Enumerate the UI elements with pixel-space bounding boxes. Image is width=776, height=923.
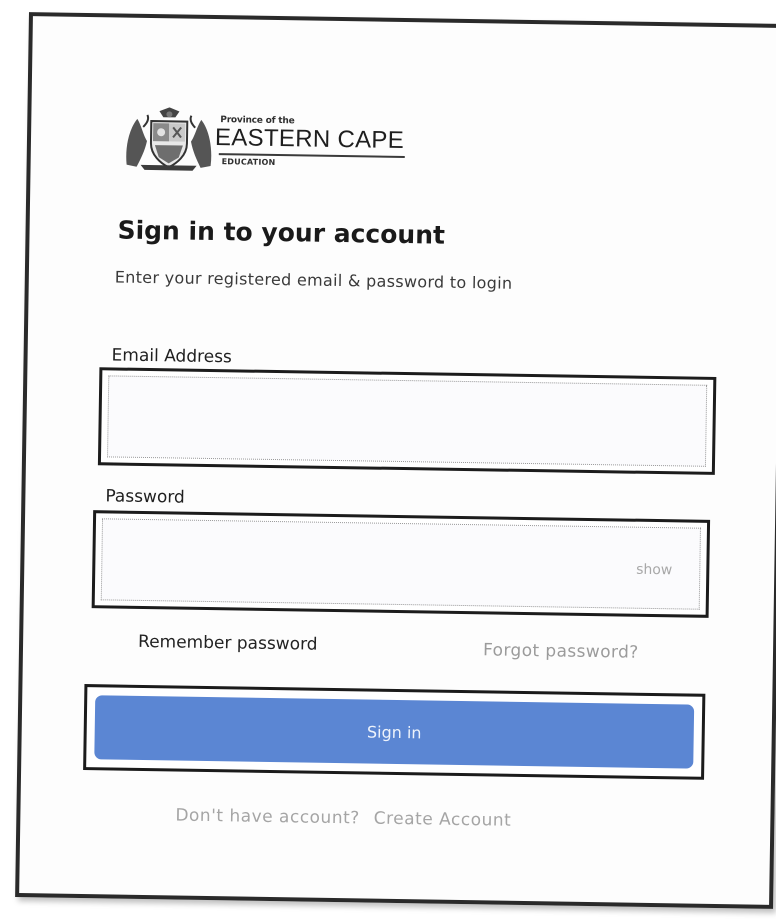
eastern-cape-logo: Province of the EASTERN CAPE EDUCATION bbox=[122, 103, 408, 185]
coat-of-arms-icon bbox=[126, 107, 212, 171]
signup-prompt: Don't have account? Create Account bbox=[175, 806, 511, 831]
logo-sub-text: EDUCATION bbox=[221, 157, 276, 167]
forgot-password-link[interactable]: Forgot password? bbox=[483, 640, 639, 662]
page-subtitle: Enter your registered email & password t… bbox=[114, 267, 513, 293]
remember-password-option[interactable]: Remember password bbox=[138, 632, 318, 655]
page-title: Sign in to your account bbox=[117, 215, 446, 250]
logo-brand-text: EASTERN CAPE bbox=[214, 124, 405, 155]
email-field[interactable] bbox=[97, 367, 717, 475]
login-card: Province of the EASTERN CAPE EDUCATION S… bbox=[15, 12, 776, 909]
sign-in-button-frame: Sign in bbox=[83, 684, 706, 780]
password-label: Password bbox=[105, 486, 185, 508]
create-account-link[interactable]: Create Account bbox=[374, 809, 512, 831]
email-input[interactable] bbox=[107, 375, 708, 467]
no-account-text: Don't have account? bbox=[175, 805, 360, 829]
sign-in-button[interactable]: Sign in bbox=[94, 695, 695, 769]
password-input[interactable] bbox=[100, 518, 701, 610]
password-field[interactable]: show bbox=[91, 510, 711, 618]
email-label: Email Address bbox=[111, 345, 233, 368]
show-password-toggle[interactable]: show bbox=[636, 562, 672, 579]
